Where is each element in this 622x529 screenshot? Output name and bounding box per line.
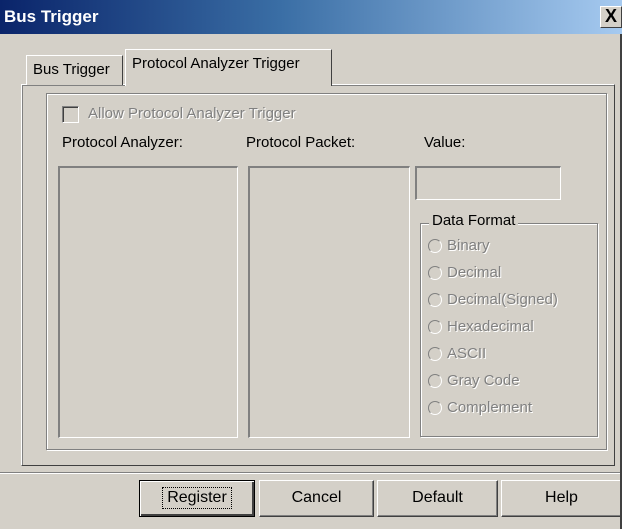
value-label: Value: xyxy=(424,134,466,151)
radio-label: Binary xyxy=(447,237,490,254)
radio-label: Decimal xyxy=(447,264,502,281)
register-button-label: Register xyxy=(162,487,232,509)
radio-label: ASCII xyxy=(447,345,487,362)
radio-button[interactable] xyxy=(428,401,442,415)
close-icon: X xyxy=(604,6,617,26)
protocol-analyzer-list[interactable] xyxy=(58,166,238,438)
radio-button[interactable] xyxy=(428,293,442,307)
data-format-legend: Data Format xyxy=(429,212,519,229)
allow-trigger-checkbox[interactable] xyxy=(62,106,79,123)
radio-label: Gray Code xyxy=(447,372,520,389)
radio-button[interactable] xyxy=(428,320,442,334)
radio-button[interactable] xyxy=(428,374,442,388)
tab-protocol-analyzer-trigger[interactable]: Protocol Analyzer Trigger xyxy=(125,49,332,88)
radio-label: Hexadecimal xyxy=(447,318,534,335)
radio-label: Complement xyxy=(447,399,533,416)
register-button[interactable]: Register xyxy=(139,480,255,517)
protocol-packet-label: Protocol Packet: xyxy=(246,134,356,151)
tab-bus-trigger[interactable]: Bus Trigger xyxy=(26,55,123,85)
separator-highlight xyxy=(0,473,622,474)
value-field[interactable] xyxy=(415,166,561,200)
allow-trigger-label: Allow Protocol Analyzer Trigger xyxy=(88,105,296,122)
cancel-button[interactable]: Cancel xyxy=(259,480,374,517)
radio-button[interactable] xyxy=(428,347,442,361)
protocol-packet-list[interactable] xyxy=(248,166,410,438)
help-button[interactable]: Help xyxy=(501,480,622,517)
window-title: Bus Trigger xyxy=(4,7,99,26)
protocol-analyzer-label: Protocol Analyzer: xyxy=(62,134,183,151)
title-bar: Bus Trigger X xyxy=(0,0,622,34)
radio-label: Decimal(Signed) xyxy=(447,291,558,308)
close-button[interactable]: X xyxy=(600,6,622,28)
radio-button[interactable] xyxy=(428,266,442,280)
radio-button[interactable] xyxy=(428,239,442,253)
default-button[interactable]: Default xyxy=(377,480,498,517)
